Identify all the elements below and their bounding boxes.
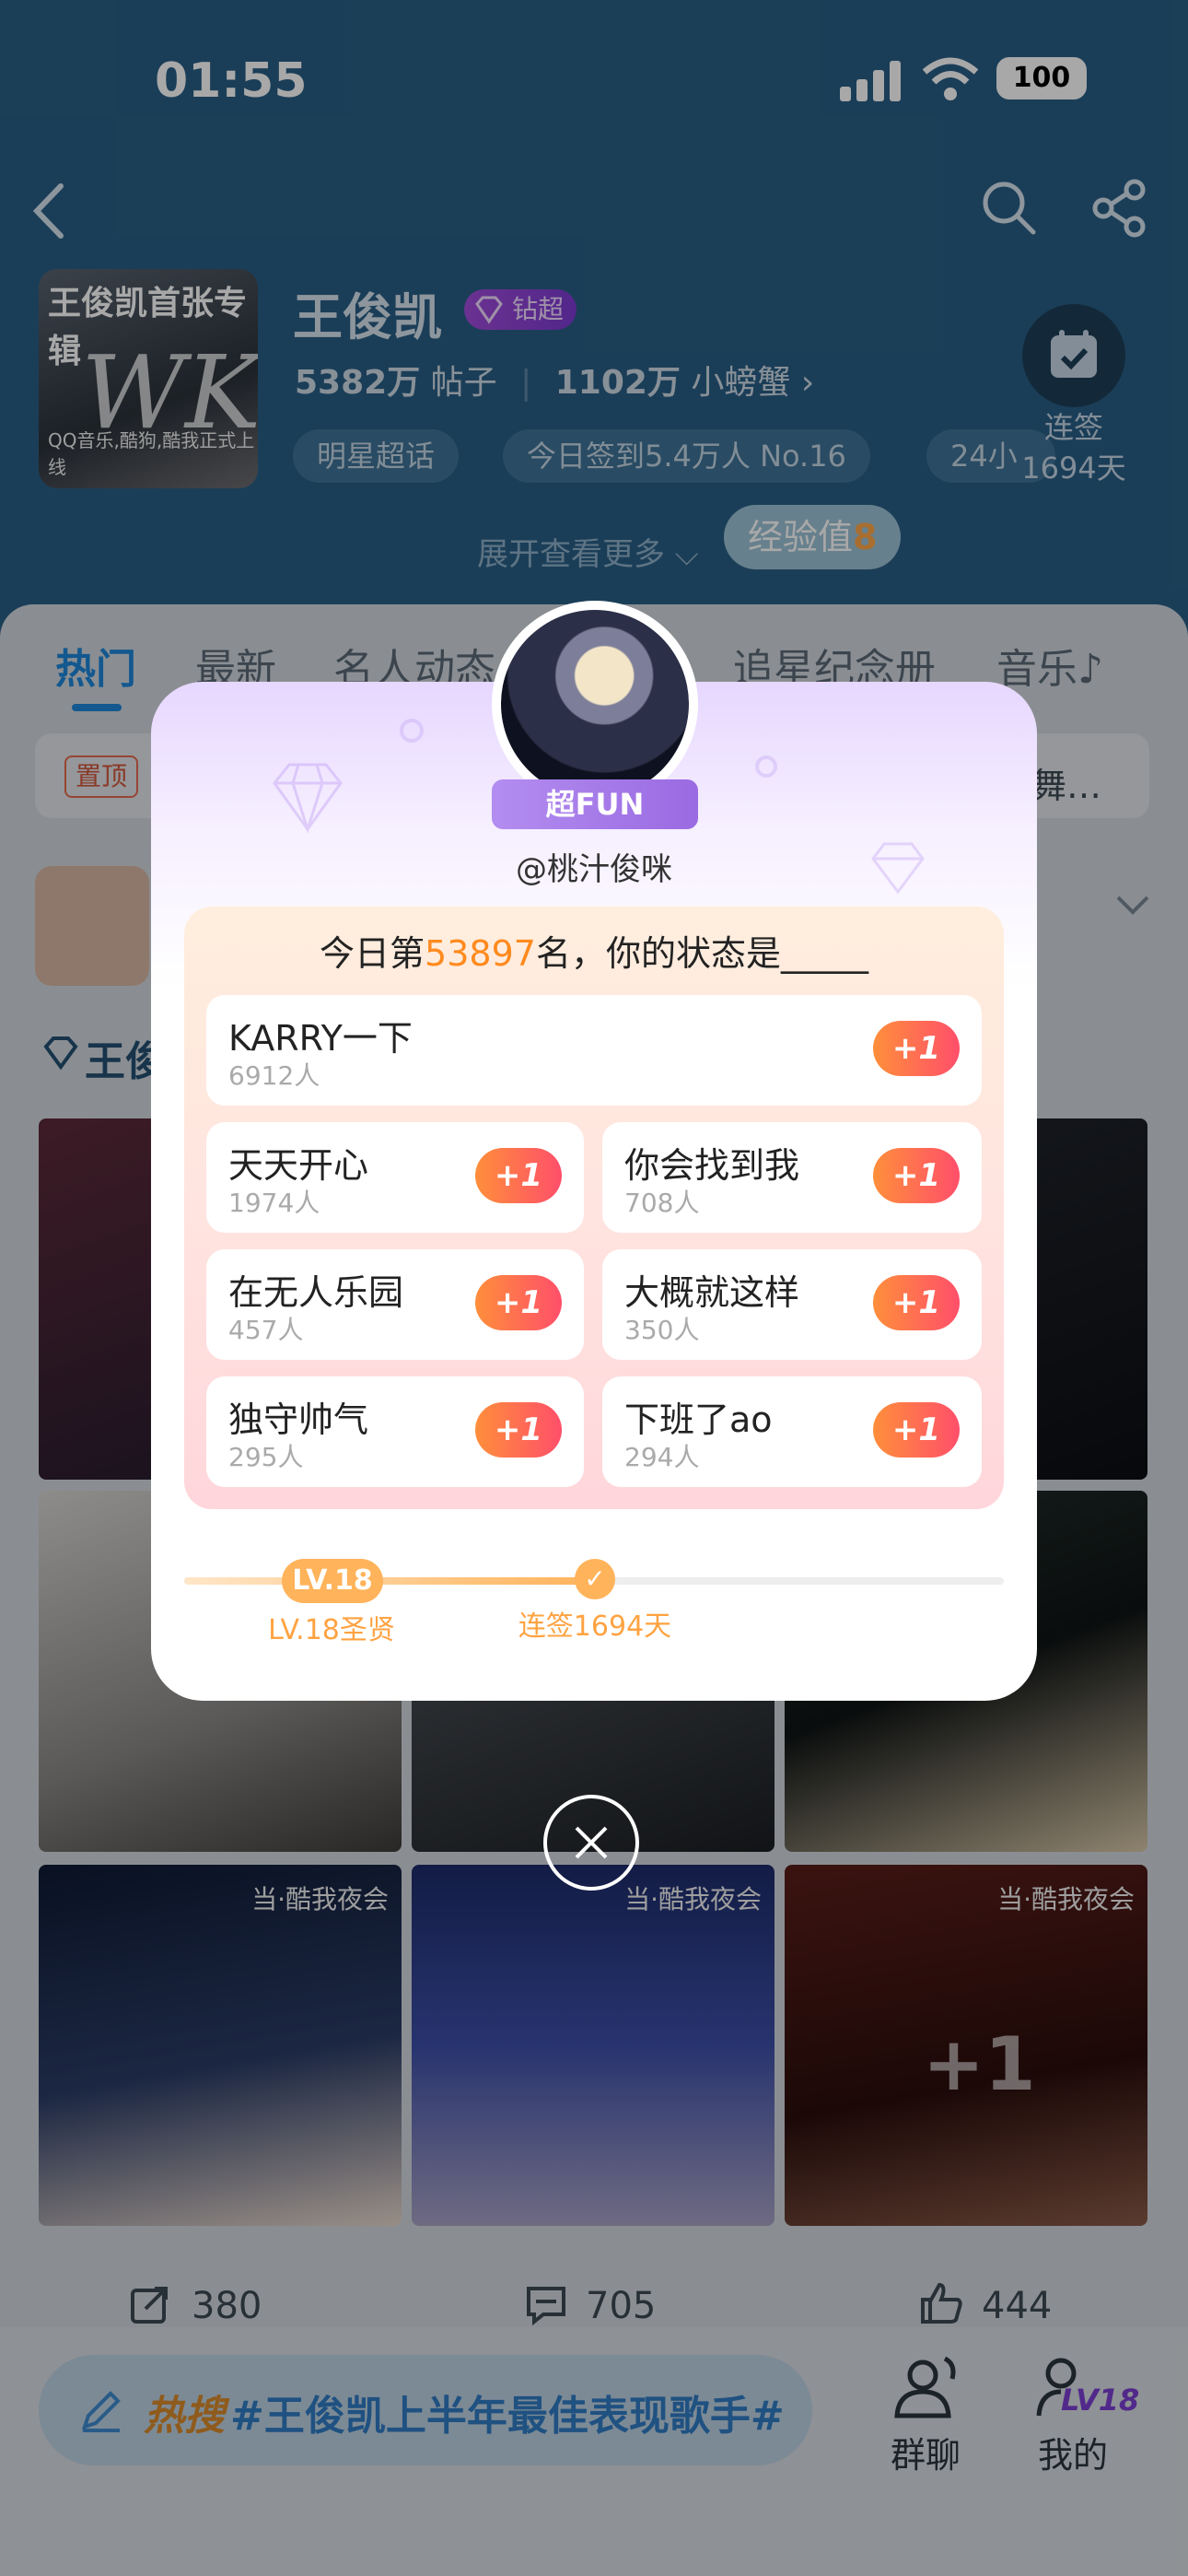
option-count: 295人: [228, 1442, 304, 1472]
plus-one-button[interactable]: +1: [475, 1275, 562, 1330]
status-question: 今日第53897名，你的状态是_____: [184, 925, 1004, 976]
option-label: 独守帅气: [228, 1399, 369, 1440]
superfun-badge: 超FUN: [492, 779, 698, 829]
status-option[interactable]: 天天开心 1974人 +1: [206, 1122, 584, 1233]
status-option[interactable]: KARRY一下 6912人 +1: [206, 995, 982, 1106]
close-button[interactable]: [543, 1795, 639, 1891]
option-count: 294人: [624, 1442, 700, 1472]
question-suffix: 名，你的状态是_____: [535, 933, 868, 974]
plus-one-button[interactable]: +1: [873, 1021, 960, 1076]
option-label: 在无人乐园: [228, 1272, 404, 1313]
option-count: 6912人: [228, 1060, 320, 1091]
option-count: 350人: [624, 1315, 700, 1345]
checkmark-icon: ✓: [575, 1559, 615, 1599]
plus-one-button[interactable]: +1: [475, 1148, 562, 1203]
level-pill: LV.18: [282, 1559, 383, 1603]
status-option[interactable]: 在无人乐园 457人 +1: [206, 1249, 584, 1360]
option-label: 下班了ao: [624, 1399, 773, 1440]
option-count: 1974人: [228, 1188, 320, 1218]
question-prefix: 今日第: [320, 933, 425, 974]
status-option[interactable]: 下班了ao 294人 +1: [602, 1376, 982, 1487]
rank-number: 53897: [425, 933, 536, 974]
username: @桃汁俊咪: [516, 851, 672, 888]
plus-one-button[interactable]: +1: [873, 1148, 960, 1203]
plus-one-button[interactable]: +1: [475, 1402, 562, 1458]
option-label: 你会找到我: [624, 1145, 800, 1186]
bubble-decoration: [400, 719, 424, 743]
option-label: KARRY一下: [228, 1018, 413, 1059]
close-icon: [575, 1826, 608, 1859]
diamond-icon: [871, 842, 925, 895]
option-count: 457人: [228, 1315, 304, 1345]
status-option[interactable]: 大概就这样 350人 +1: [602, 1249, 982, 1360]
plus-one-button[interactable]: +1: [873, 1402, 960, 1458]
level-caption: LV.18圣贤: [268, 1614, 395, 1646]
option-label: 大概就这样: [624, 1272, 800, 1313]
level-progress-fill: [184, 1577, 595, 1585]
bubble-decoration: [755, 755, 777, 778]
status-option[interactable]: 独守帅气 295人 +1: [206, 1376, 584, 1487]
option-label: 天天开心: [228, 1145, 369, 1186]
plus-one-button[interactable]: +1: [873, 1275, 960, 1330]
diamond-icon: [273, 763, 343, 834]
option-count: 708人: [624, 1188, 700, 1218]
user-avatar[interactable]: [501, 610, 689, 798]
status-option[interactable]: 你会找到我 708人 +1: [602, 1122, 982, 1233]
days-caption: 连签1694天: [518, 1610, 672, 1643]
